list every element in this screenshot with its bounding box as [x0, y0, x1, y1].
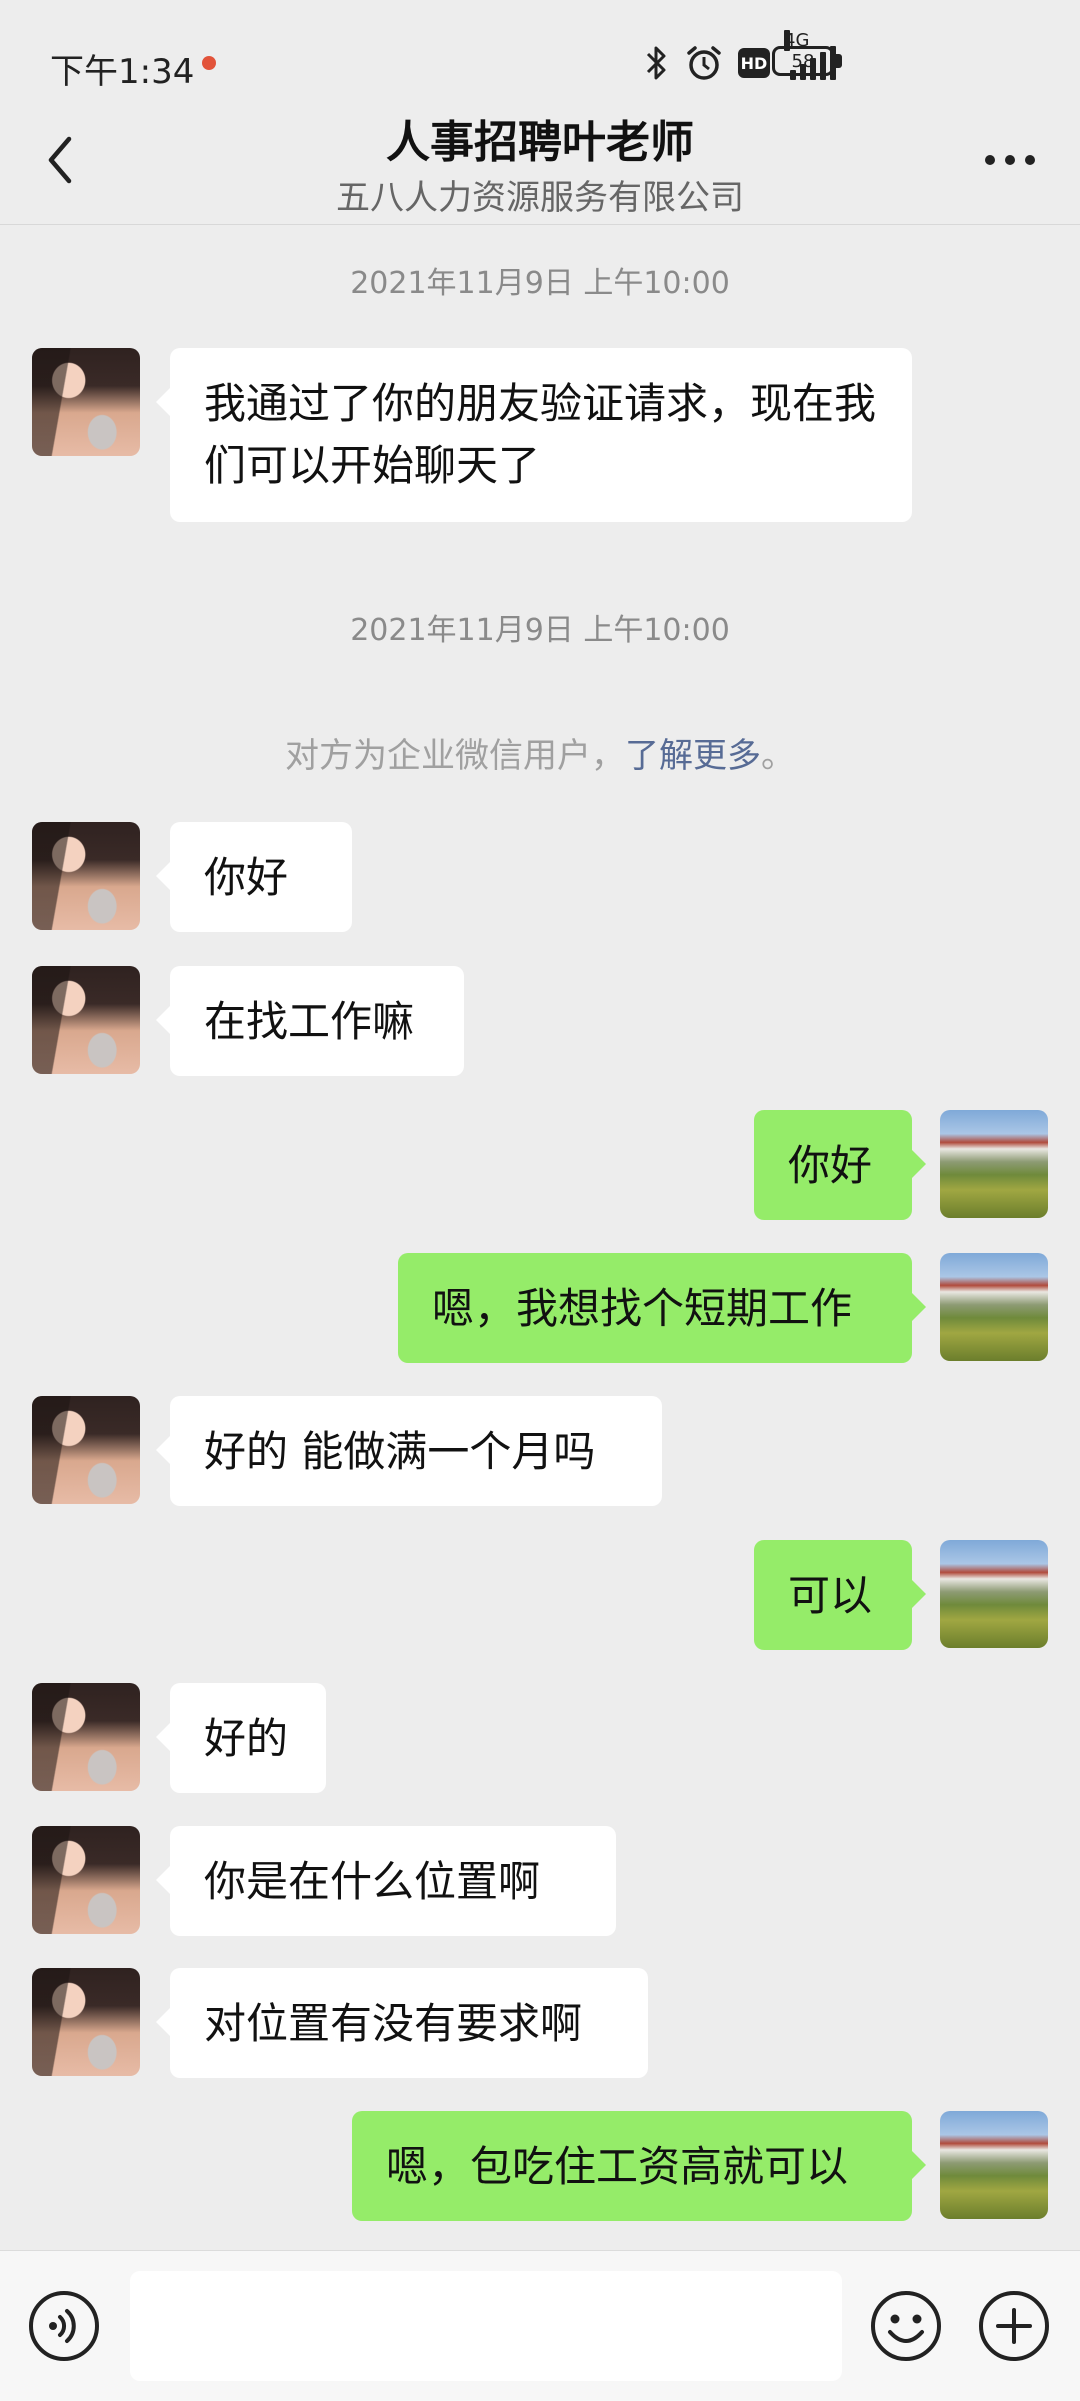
alarm-icon	[684, 43, 724, 83]
message-bubble[interactable]: 嗯，包吃住工资高就可以	[352, 2111, 926, 2221]
contact-avatar[interactable]	[32, 1968, 140, 2076]
contact-avatar[interactable]	[32, 1826, 140, 1934]
chat-title: 人事招聘叶老师	[386, 117, 694, 168]
battery-icon: 58	[772, 46, 834, 76]
more-icon	[985, 155, 995, 165]
my-avatar[interactable]	[940, 1540, 1048, 1648]
contact-avatar[interactable]	[32, 1396, 140, 1504]
contact-avatar[interactable]	[32, 822, 140, 930]
battery-cap	[836, 54, 842, 68]
timestamp: 2021年11月9日 上午10:00	[350, 266, 730, 301]
emoji-icon	[871, 2291, 941, 2361]
timestamp: 2021年11月9日 上午10:00	[350, 613, 730, 648]
contact-avatar[interactable]	[32, 348, 140, 456]
chat-header: 人事招聘叶老师 五八人力资源服务有限公司	[0, 100, 1080, 225]
my-avatar[interactable]	[940, 2111, 1048, 2219]
contact-avatar[interactable]	[32, 966, 140, 1074]
system-notice: 对方为企业微信用户，了解更多。	[0, 728, 1080, 777]
status-time: 下午1:34	[50, 52, 195, 92]
message-input[interactable]	[130, 2271, 842, 2381]
notification-dot-icon	[202, 56, 216, 70]
message-bubble[interactable]: 你好	[754, 1110, 926, 1220]
contact-avatar[interactable]	[32, 1683, 140, 1791]
system-notice-end: 。	[761, 736, 795, 776]
message-bubble[interactable]: 你是在什么位置啊	[156, 1826, 616, 1936]
more-button[interactable]	[970, 130, 1050, 190]
plus-icon	[979, 2291, 1049, 2361]
input-bar	[0, 2250, 1080, 2401]
my-avatar[interactable]	[940, 1253, 1048, 1361]
message-bubble[interactable]: 你好	[156, 822, 352, 932]
message-bubble[interactable]: 我通过了你的朋友验证请求，现在我们可以开始聊天了	[156, 348, 912, 522]
message-bubble[interactable]: 可以	[754, 1540, 926, 1650]
hd-icon: HD	[738, 48, 770, 78]
more-features-button[interactable]	[976, 2288, 1052, 2364]
voice-button[interactable]	[26, 2288, 102, 2364]
message-bubble[interactable]: 好的	[156, 1683, 326, 1793]
learn-more-link[interactable]: 了解更多	[625, 736, 761, 776]
message-bubble[interactable]: 好的 能做满一个月吗	[156, 1396, 662, 1506]
emoji-button[interactable]	[868, 2288, 944, 2364]
message-bubble[interactable]: 在找工作嘛	[156, 966, 464, 1076]
message-bubble[interactable]: 对位置有没有要求啊	[156, 1968, 648, 2078]
system-notice-text: 对方为企业微信用户，	[285, 736, 625, 776]
chat-subtitle: 五八人力资源服务有限公司	[336, 178, 744, 218]
message-bubble[interactable]: 嗯，我想找个短期工作	[398, 1253, 926, 1363]
bluetooth-icon	[644, 43, 670, 83]
voice-icon	[29, 2291, 99, 2361]
my-avatar[interactable]	[940, 1110, 1048, 1218]
